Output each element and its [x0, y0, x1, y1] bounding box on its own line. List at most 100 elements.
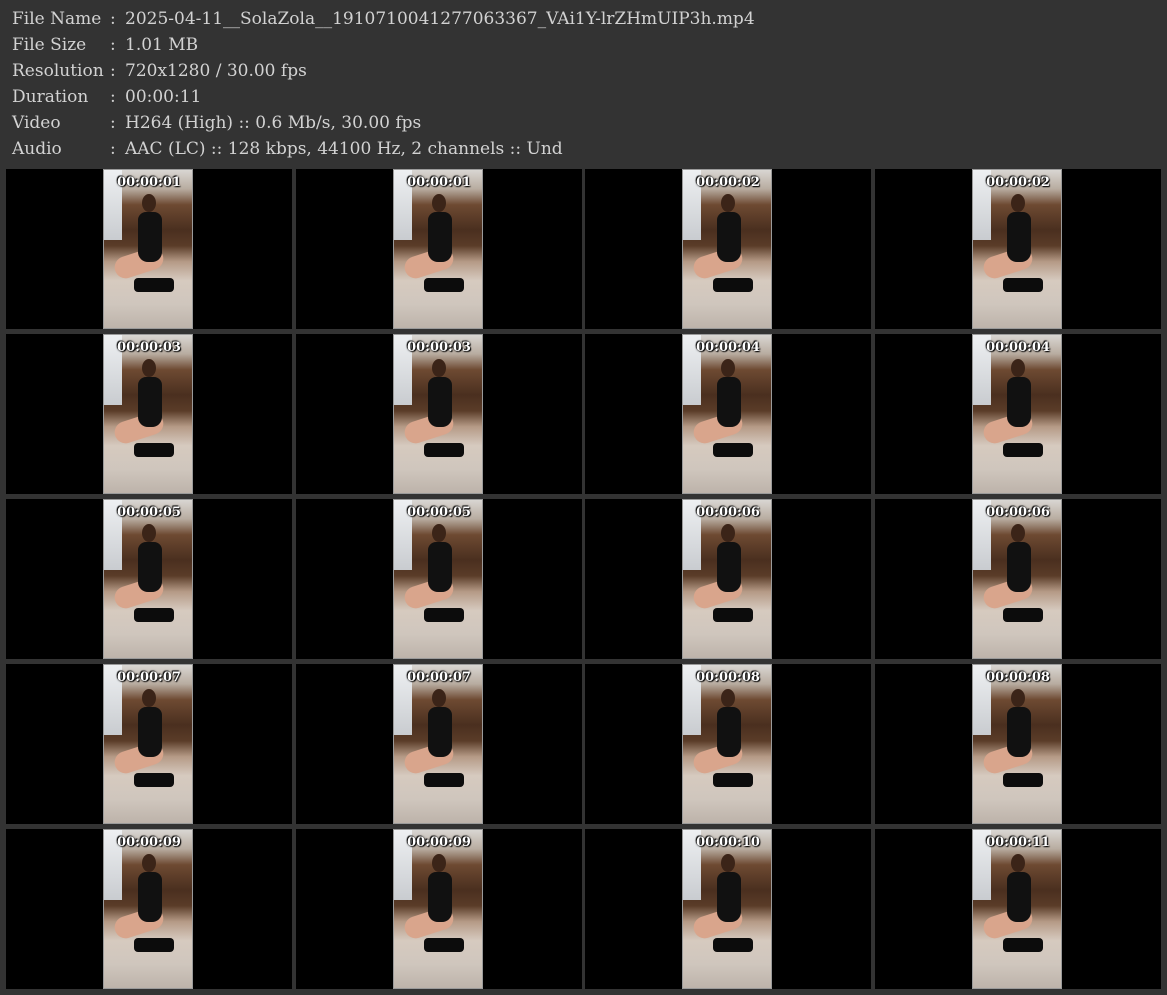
figure-body-shape [428, 377, 452, 427]
frame-timestamp: 00:00:07 [407, 670, 471, 685]
figure-shoes-shape [134, 773, 174, 787]
thumbnail-cell: 00:00:11 [875, 829, 1161, 989]
thumbnail-cell: 00:00:09 [6, 829, 292, 989]
figure-shoes-shape [1003, 608, 1043, 622]
thumbnail-cell: 00:00:02 [875, 169, 1161, 329]
thumbnail-cell: 00:00:08 [875, 664, 1161, 824]
figure-body-shape [717, 707, 741, 757]
frame-timestamp: 00:00:08 [696, 670, 760, 685]
thumbnail-cell: 00:00:01 [6, 169, 292, 329]
thumbnail-cell: 00:00:09 [296, 829, 582, 989]
figure-shoes-shape [424, 278, 464, 292]
video-frame-thumbnail: 00:00:07 [393, 664, 483, 824]
video-frame-thumbnail: 00:00:01 [393, 169, 483, 329]
figure-head-shape [142, 524, 156, 542]
figure-body-shape [428, 872, 452, 922]
frame-timestamp: 00:00:02 [986, 175, 1050, 190]
figure-head-shape [432, 689, 446, 707]
figure-head-shape [142, 854, 156, 872]
thumbnail-cell: 00:00:03 [296, 334, 582, 494]
video-frame-thumbnail: 00:00:04 [682, 334, 772, 494]
figure-shoes-shape [134, 938, 174, 952]
figure-body-shape [138, 542, 162, 592]
figure-body-shape [138, 377, 162, 427]
frame-timestamp: 00:00:09 [407, 835, 471, 850]
thumbnail-cell: 00:00:02 [585, 169, 871, 329]
figure-body-shape [138, 212, 162, 262]
video-frame-thumbnail: 00:00:08 [972, 664, 1062, 824]
figure-shoes-shape [713, 278, 753, 292]
figure-shoes-shape [134, 608, 174, 622]
frame-timestamp: 00:00:03 [117, 340, 181, 355]
thumbnail-cell: 00:00:07 [6, 664, 292, 824]
figure-shoes-shape [1003, 773, 1043, 787]
thumbnail-cell: 00:00:05 [296, 499, 582, 659]
thumbnail-grid: 00:00:01 00:00:01 00:00:02 00:00:02 00:00:03… [0, 0, 1167, 995]
figure-head-shape [142, 194, 156, 212]
frame-timestamp: 00:00:06 [696, 505, 760, 520]
thumbnail-cell: 00:00:04 [585, 334, 871, 494]
video-frame-thumbnail: 00:00:11 [972, 829, 1062, 989]
video-frame-thumbnail: 00:00:03 [393, 334, 483, 494]
figure-shoes-shape [713, 773, 753, 787]
figure-head-shape [1011, 854, 1025, 872]
video-frame-thumbnail: 00:00:09 [393, 829, 483, 989]
frame-timestamp: 00:00:10 [696, 835, 760, 850]
frame-timestamp: 00:00:11 [986, 835, 1050, 850]
video-frame-thumbnail: 00:00:08 [682, 664, 772, 824]
figure-head-shape [721, 689, 735, 707]
frame-timestamp: 00:00:03 [407, 340, 471, 355]
video-frame-thumbnail: 00:00:02 [682, 169, 772, 329]
figure-shoes-shape [713, 938, 753, 952]
figure-body-shape [1007, 707, 1031, 757]
video-frame-thumbnail: 00:00:02 [972, 169, 1062, 329]
figure-head-shape [142, 359, 156, 377]
thumbnail-cell: 00:00:10 [585, 829, 871, 989]
figure-shoes-shape [713, 608, 753, 622]
figure-shoes-shape [134, 278, 174, 292]
figure-body-shape [138, 707, 162, 757]
figure-head-shape [1011, 194, 1025, 212]
figure-head-shape [721, 194, 735, 212]
video-frame-thumbnail: 00:00:10 [682, 829, 772, 989]
video-frame-thumbnail: 00:00:05 [393, 499, 483, 659]
figure-body-shape [428, 542, 452, 592]
figure-head-shape [721, 359, 735, 377]
figure-body-shape [717, 212, 741, 262]
video-frame-thumbnail: 00:00:06 [682, 499, 772, 659]
thumbnail-cell: 00:00:04 [875, 334, 1161, 494]
video-frame-thumbnail: 00:00:04 [972, 334, 1062, 494]
thumbnail-cell: 00:00:05 [6, 499, 292, 659]
thumbnail-cell: 00:00:01 [296, 169, 582, 329]
video-frame-thumbnail: 00:00:09 [103, 829, 193, 989]
figure-shoes-shape [424, 443, 464, 457]
figure-head-shape [432, 359, 446, 377]
frame-timestamp: 00:00:02 [696, 175, 760, 190]
figure-head-shape [721, 854, 735, 872]
thumbnail-cell: 00:00:07 [296, 664, 582, 824]
frame-timestamp: 00:00:04 [696, 340, 760, 355]
video-frame-thumbnail: 00:00:03 [103, 334, 193, 494]
frame-timestamp: 00:00:06 [986, 505, 1050, 520]
figure-body-shape [717, 872, 741, 922]
video-frame-thumbnail: 00:00:06 [972, 499, 1062, 659]
figure-body-shape [1007, 542, 1031, 592]
frame-timestamp: 00:00:01 [407, 175, 471, 190]
figure-body-shape [138, 872, 162, 922]
video-frame-thumbnail: 00:00:07 [103, 664, 193, 824]
figure-shoes-shape [1003, 278, 1043, 292]
figure-head-shape [432, 524, 446, 542]
figure-body-shape [1007, 212, 1031, 262]
frame-timestamp: 00:00:09 [117, 835, 181, 850]
figure-shoes-shape [424, 938, 464, 952]
figure-head-shape [1011, 524, 1025, 542]
figure-body-shape [1007, 872, 1031, 922]
figure-head-shape [1011, 359, 1025, 377]
figure-shoes-shape [1003, 443, 1043, 457]
thumbnail-cell: 00:00:06 [875, 499, 1161, 659]
thumbnail-cell: 00:00:03 [6, 334, 292, 494]
frame-timestamp: 00:00:07 [117, 670, 181, 685]
figure-shoes-shape [134, 443, 174, 457]
figure-body-shape [1007, 377, 1031, 427]
figure-body-shape [717, 377, 741, 427]
